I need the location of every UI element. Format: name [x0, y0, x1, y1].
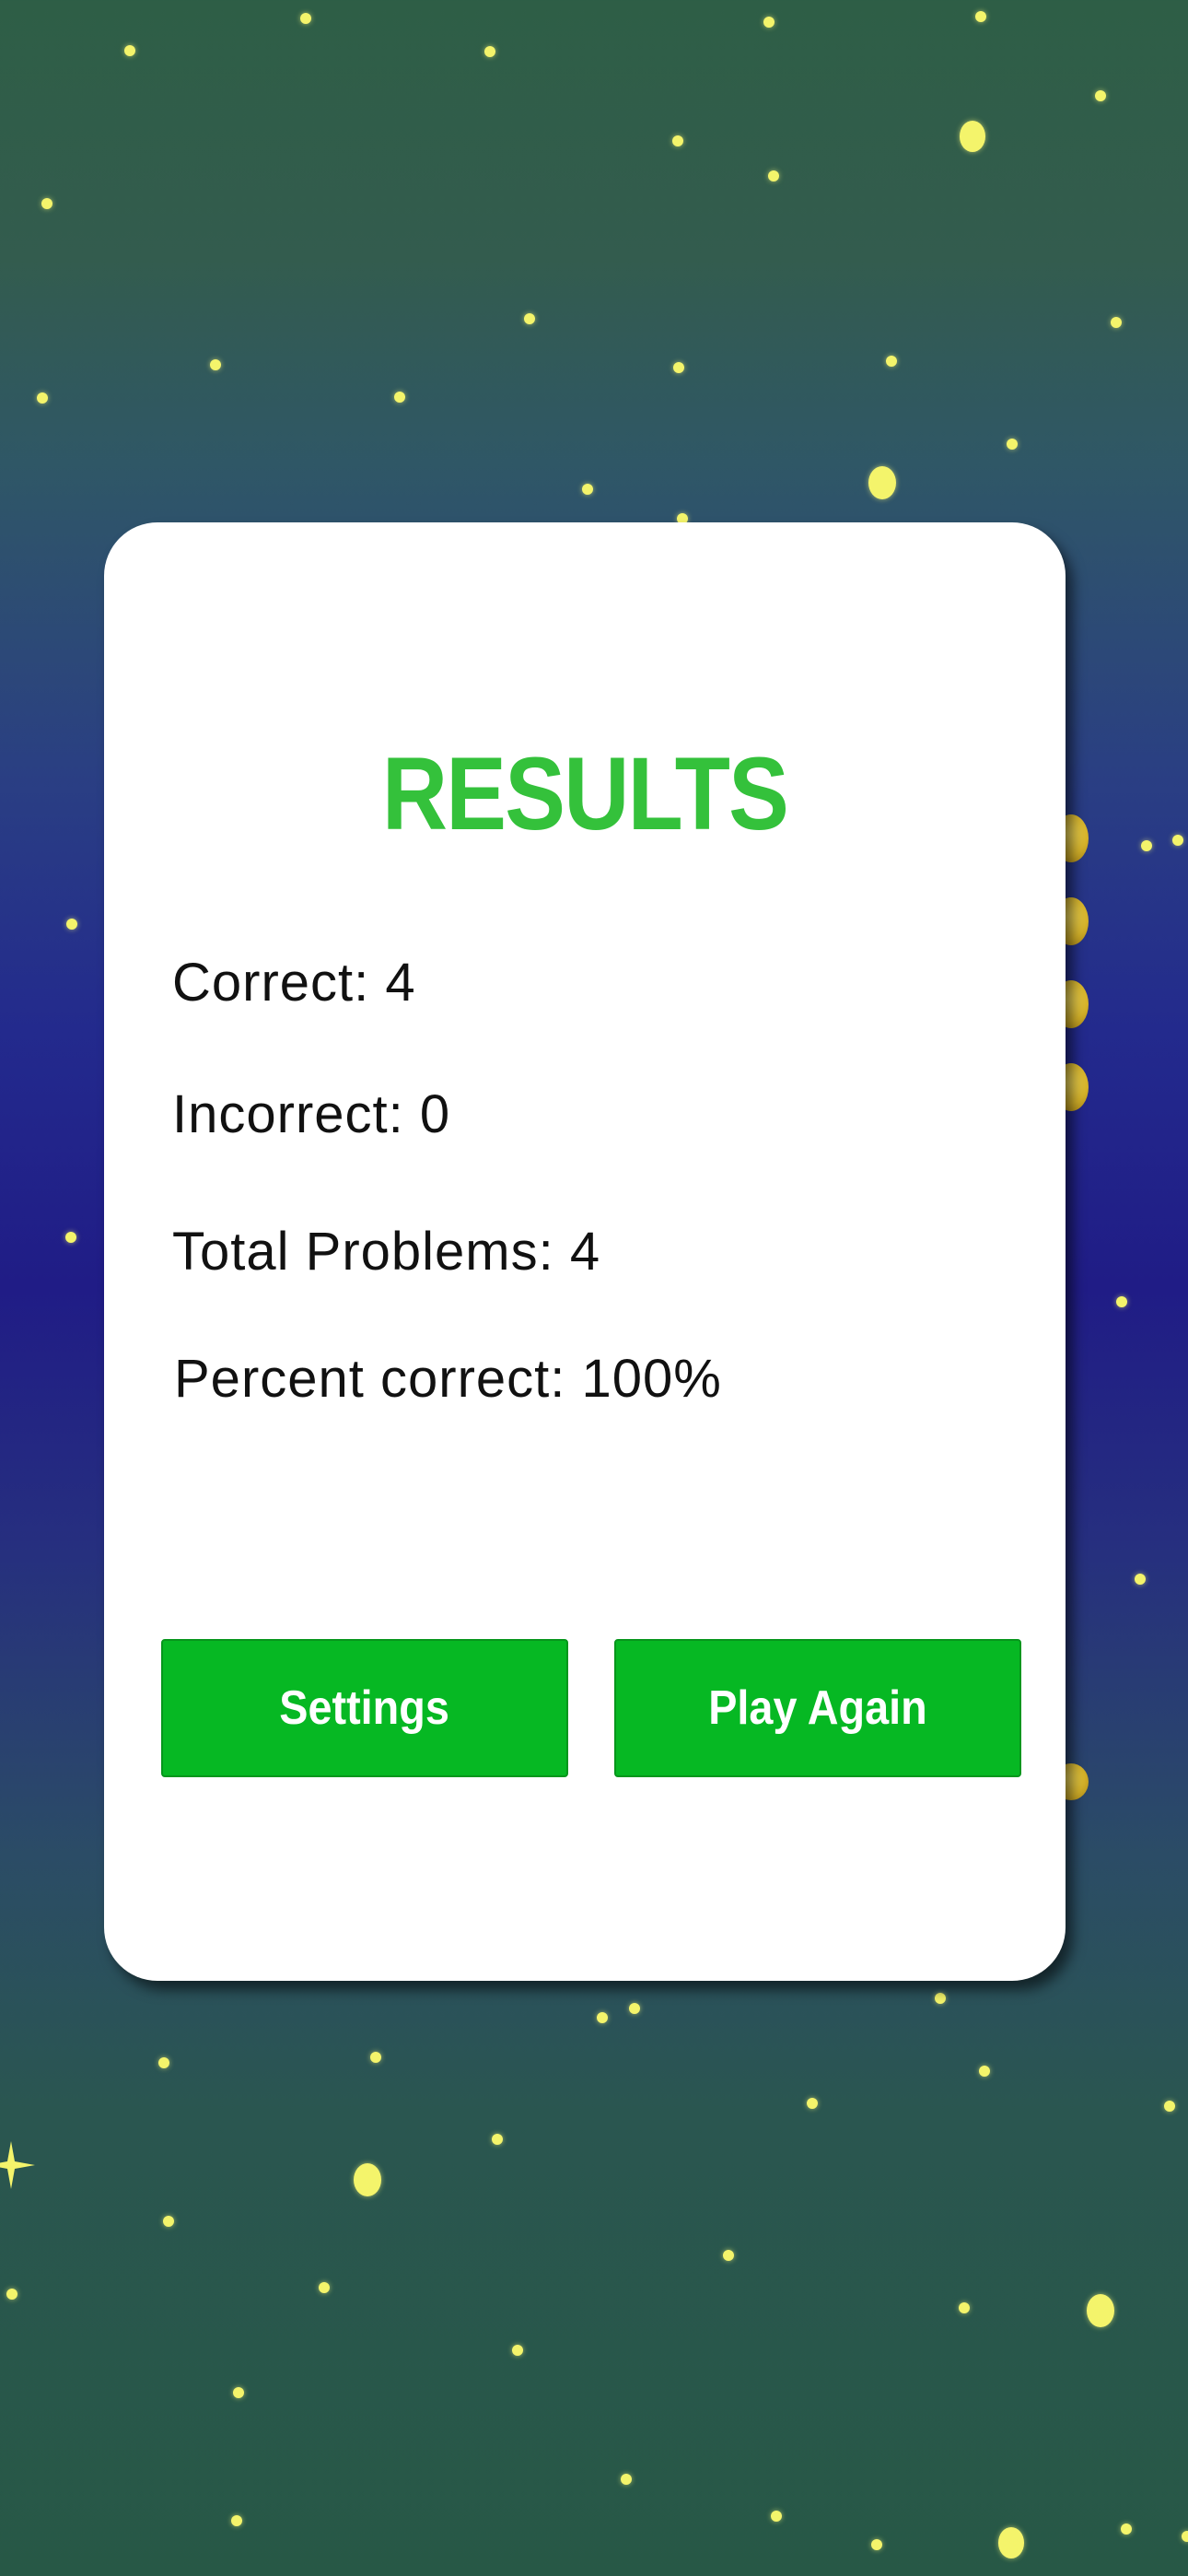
star-decoration [512, 2345, 523, 2356]
star-decoration [66, 919, 77, 930]
settings-button[interactable]: Settings [161, 1639, 568, 1777]
star-decoration [233, 2387, 244, 2398]
star-decoration [771, 2511, 782, 2522]
star-decoration [868, 466, 896, 499]
star-decoration [959, 2302, 970, 2313]
star-decoration [871, 2539, 882, 2550]
star-decoration [672, 135, 683, 146]
sparkle-icon [0, 2141, 35, 2189]
percent-correct: Percent correct: 100% [174, 1349, 722, 1409]
star-decoration [65, 1232, 76, 1243]
star-decoration [960, 121, 985, 152]
star-decoration [673, 362, 684, 373]
settings-button-label: Settings [279, 1681, 450, 1735]
star-decoration [300, 13, 311, 24]
star-decoration [394, 392, 405, 403]
star-decoration [975, 11, 986, 22]
star-decoration [1095, 90, 1106, 101]
star-decoration [492, 2134, 503, 2145]
star-decoration [886, 356, 897, 367]
star-decoration [935, 1993, 946, 2004]
star-decoration [1121, 2523, 1132, 2535]
star-decoration [124, 45, 135, 56]
star-decoration [723, 2250, 734, 2261]
star-decoration [582, 484, 593, 495]
results-card: RESULTS Correct: 4 Incorrect: 0 Total Pr… [104, 522, 1066, 1981]
star-decoration [37, 392, 48, 404]
star-decoration [158, 2057, 169, 2068]
star-decoration [1172, 835, 1183, 846]
star-decoration [1135, 1574, 1146, 1585]
star-decoration [629, 2003, 640, 2014]
star-decoration [484, 46, 495, 57]
star-decoration [524, 313, 535, 324]
star-decoration [1141, 840, 1152, 851]
results-title: RESULTS [381, 736, 789, 851]
star-decoration [807, 2098, 818, 2109]
star-decoration [1182, 2531, 1188, 2542]
star-decoration [998, 2527, 1024, 2558]
correct-count: Correct: 4 [172, 953, 416, 1013]
star-decoration [1111, 317, 1122, 328]
star-decoration [163, 2216, 174, 2227]
star-decoration [597, 2012, 608, 2023]
star-decoration [210, 359, 221, 370]
star-decoration [1164, 2101, 1175, 2112]
star-decoration [41, 198, 52, 209]
play-again-button[interactable]: Play Again [614, 1639, 1021, 1777]
star-decoration [621, 2474, 632, 2485]
incorrect-count: Incorrect: 0 [172, 1084, 451, 1144]
star-decoration [1087, 2294, 1114, 2327]
star-decoration [354, 2163, 381, 2196]
play-again-button-label: Play Again [708, 1681, 927, 1735]
star-decoration [1007, 439, 1018, 450]
star-decoration [1116, 1296, 1127, 1307]
star-decoration [979, 2066, 990, 2077]
star-decoration [6, 2289, 17, 2300]
star-decoration [231, 2515, 242, 2526]
total-problems: Total Problems: 4 [172, 1222, 601, 1282]
star-decoration [370, 2052, 381, 2063]
star-decoration [763, 17, 775, 28]
star-decoration [319, 2282, 330, 2293]
star-decoration [768, 170, 779, 181]
